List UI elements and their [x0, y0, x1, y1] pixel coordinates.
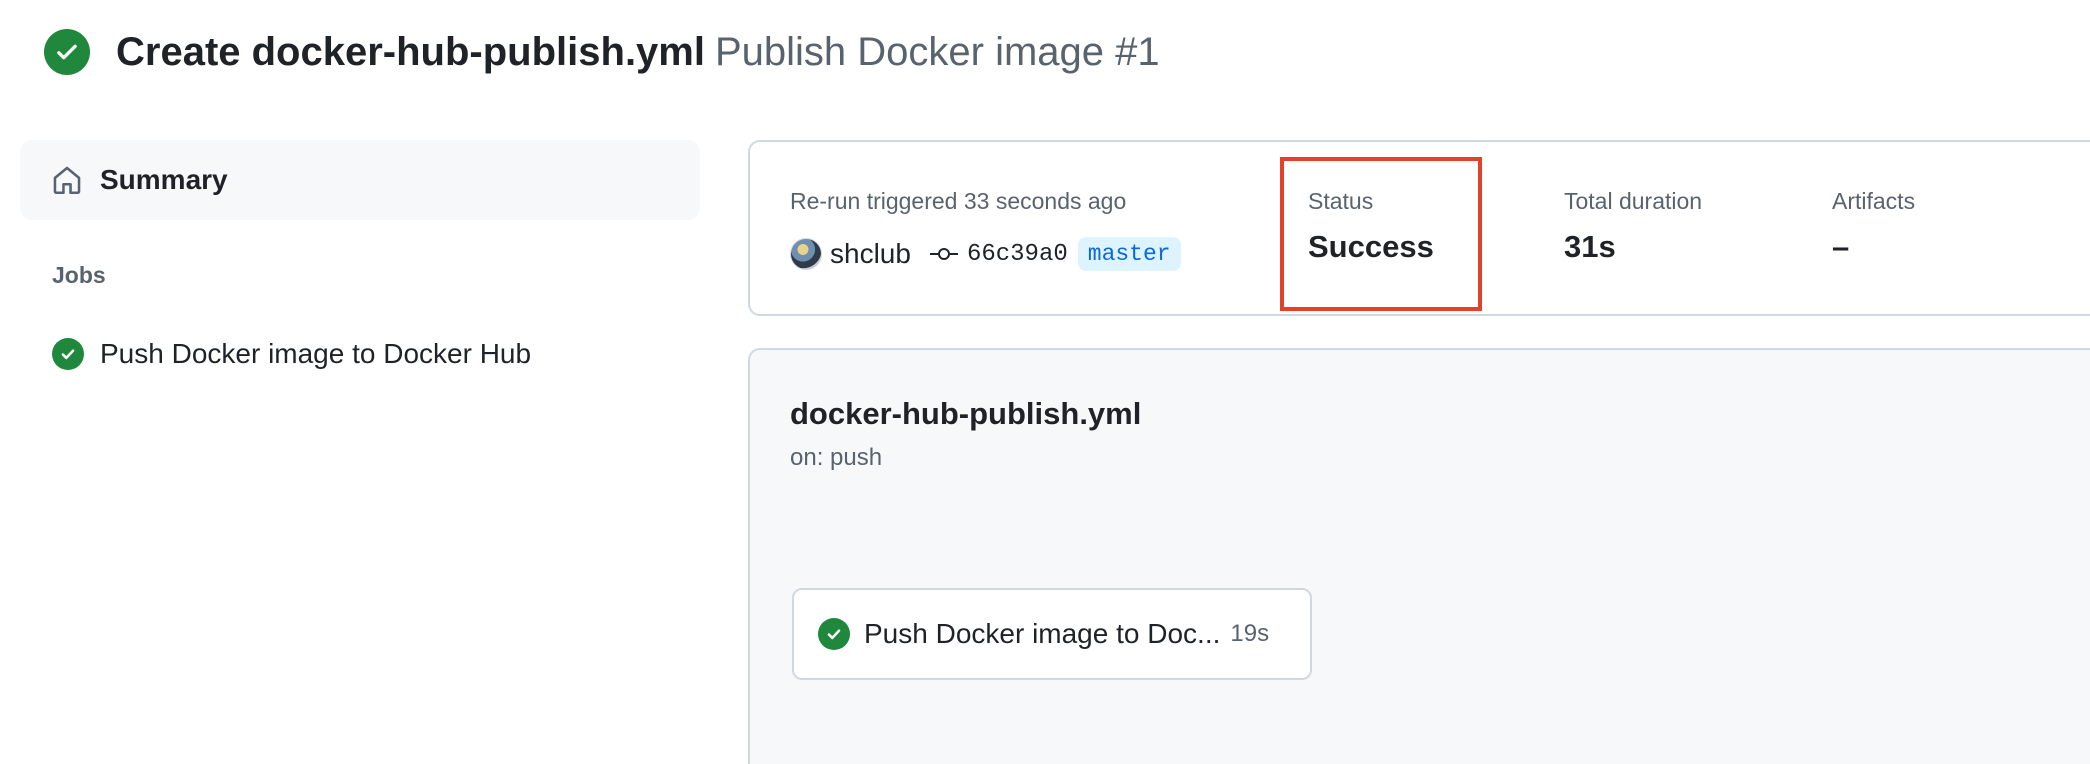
artifacts-stat: Artifacts –: [1832, 188, 1915, 265]
duration-label: Total duration: [1564, 188, 1703, 214]
success-check-icon: [818, 618, 850, 650]
workflow-job-node[interactable]: Push Docker image to Doc... 19s: [792, 588, 1312, 680]
sidebar-item-summary[interactable]: Summary: [20, 140, 700, 220]
job-node-duration: 19s: [1230, 620, 1270, 647]
avatar[interactable]: [790, 238, 822, 270]
success-check-icon: [52, 338, 84, 370]
actor-link[interactable]: shclub: [830, 238, 911, 270]
workflow-graph: docker-hub-publish.yml on: push Push Doc…: [748, 348, 2090, 764]
workflow-run-name: Publish Docker image #1: [714, 30, 1160, 74]
sidebar-job-label: Push Docker image to Docker Hub: [100, 338, 532, 369]
commit-icon: [929, 248, 958, 260]
sidebar-job-item[interactable]: Push Docker image to Docker Hub: [52, 338, 531, 370]
home-icon: [53, 166, 81, 195]
run-summary-card: Re-run triggered 33 seconds ago shclub 6…: [748, 140, 2090, 316]
commit-title: Create docker-hub-publish.yml: [116, 30, 705, 74]
page-title: Create docker-hub-publish.yml Publish Doc…: [116, 26, 1160, 78]
workflow-trigger: on: push: [790, 444, 883, 471]
run-header: Create docker-hub-publish.yml Publish Doc…: [44, 26, 1160, 78]
success-check-icon: [44, 29, 90, 75]
artifacts-label: Artifacts: [1832, 188, 1916, 214]
duration-value: 31s: [1564, 229, 1616, 264]
sidebar-item-label: Summary: [100, 164, 228, 195]
duration-stat: Total duration 31s: [1564, 188, 1702, 265]
trigger-text: Re-run triggered 33 seconds ago: [790, 188, 1127, 214]
jobs-heading: Jobs: [52, 262, 106, 288]
workflow-run-page: Create docker-hub-publish.yml Publish Doc…: [0, 0, 2090, 764]
job-node-name: Push Docker image to Doc...: [864, 618, 1221, 649]
commit-sha-link[interactable]: 66c39a0: [967, 241, 1068, 268]
workflow-file-name: docker-hub-publish.yml: [790, 396, 1142, 431]
actor-row: shclub 66c39a0 master: [790, 234, 1181, 274]
status-highlight-box: [1280, 157, 1482, 311]
artifacts-value: –: [1832, 229, 1850, 264]
branch-badge[interactable]: master: [1077, 237, 1181, 271]
